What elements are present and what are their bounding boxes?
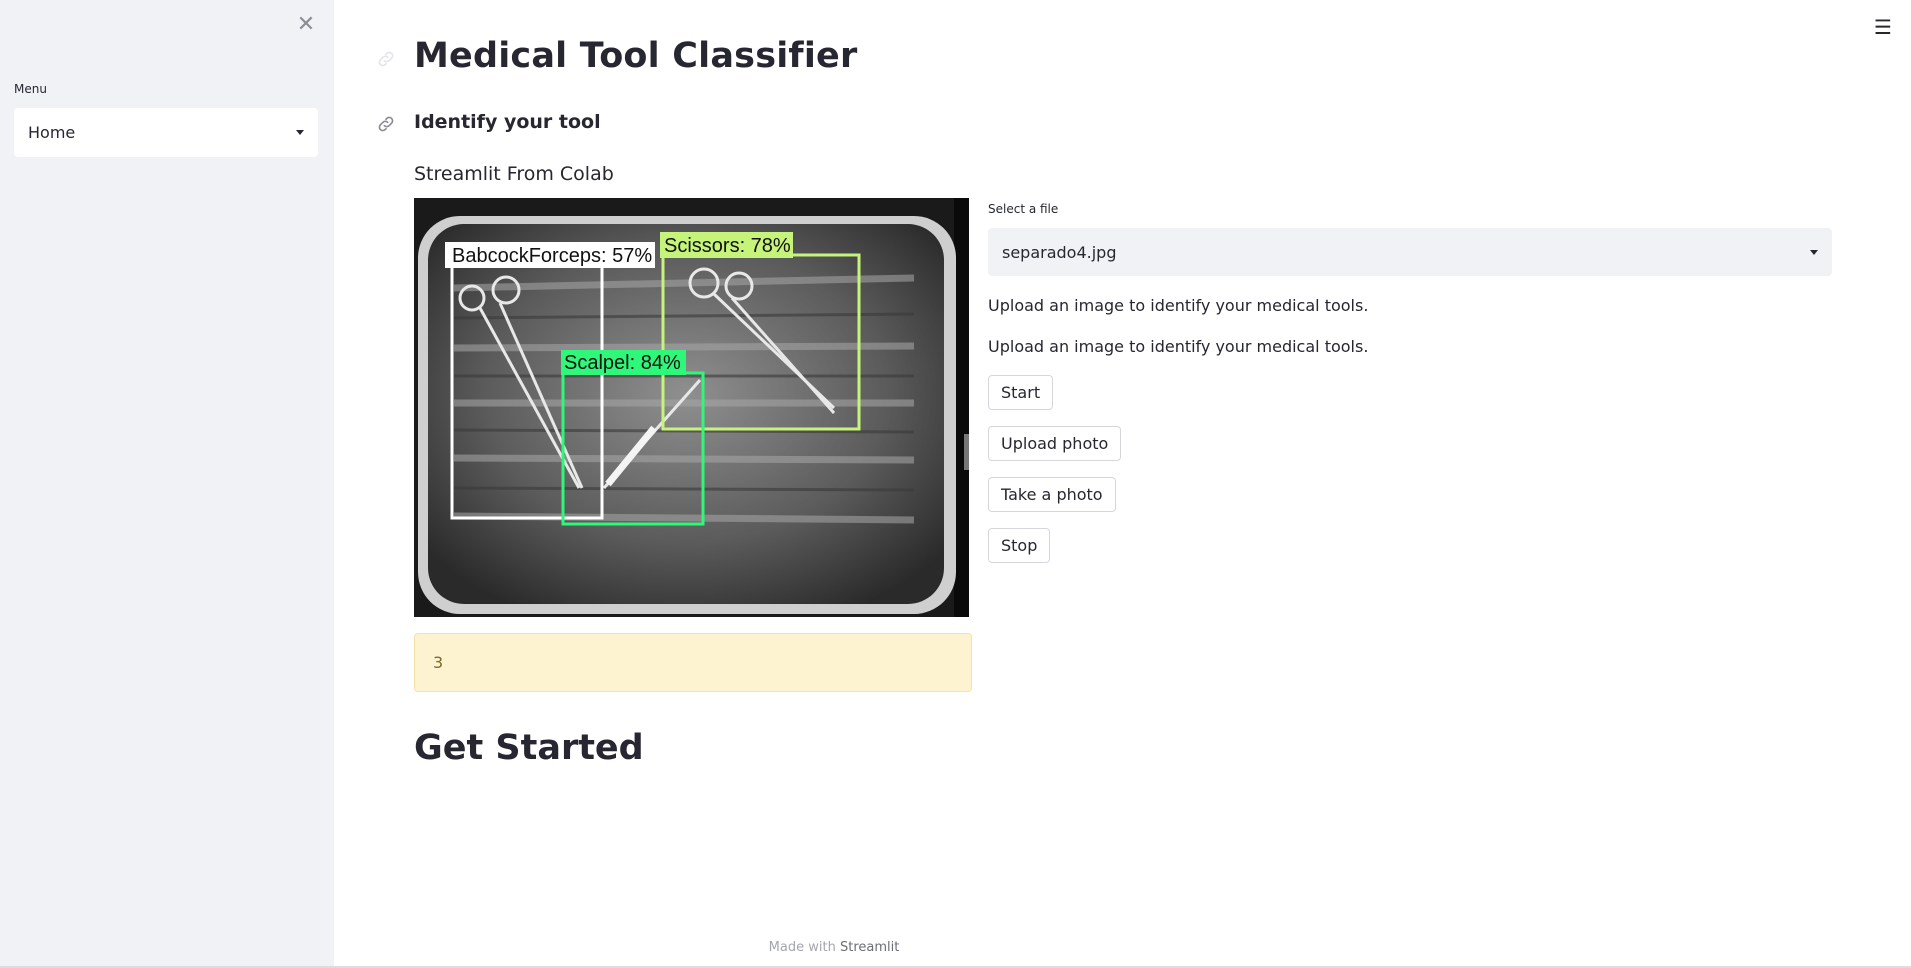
- hamburger-icon[interactable]: ☰: [1872, 16, 1894, 38]
- footer: Made with Streamlit: [334, 940, 1334, 955]
- sidebar: ✕ Menu Home: [0, 0, 334, 968]
- close-icon[interactable]: ✕: [293, 12, 319, 38]
- link-icon[interactable]: [376, 114, 396, 134]
- info-value: 3: [433, 653, 444, 672]
- detection-image-canvas: BabcockForceps: 57% Scissors: 78% Scalpe…: [414, 198, 969, 617]
- description-text: Upload an image to identify your medical…: [988, 337, 1369, 356]
- subtitle: Identify your tool: [414, 111, 601, 133]
- menu-select[interactable]: Home: [14, 108, 318, 157]
- get-started-heading: Get Started: [414, 728, 644, 768]
- detection-label: Scissors: 78%: [664, 235, 791, 257]
- info-box: 3: [414, 633, 972, 692]
- detection-label: Scalpel: 84%: [564, 352, 681, 374]
- detection-image: BabcockForceps: 57% Scissors: 78% Scalpe…: [414, 198, 969, 617]
- file-select-label: Select a file: [988, 202, 1059, 216]
- menu-label: Menu: [14, 82, 47, 96]
- chevron-down-icon: [1810, 249, 1818, 255]
- file-selected-value: separado4.jpg: [1002, 242, 1117, 262]
- detection-label: BabcockForceps: 57%: [452, 245, 652, 267]
- section-text: Streamlit From Colab: [414, 163, 614, 185]
- footer-brand-link[interactable]: Streamlit: [840, 940, 899, 955]
- page-title: Medical Tool Classifier: [414, 36, 858, 76]
- stop-button[interactable]: Stop: [988, 528, 1051, 563]
- menu-selected-value: Home: [28, 123, 76, 142]
- start-button[interactable]: Start: [988, 375, 1054, 410]
- footer-prefix: Made with: [768, 940, 836, 955]
- take-photo-button[interactable]: Take a photo: [988, 477, 1116, 512]
- file-select[interactable]: separado4.jpg: [988, 228, 1832, 276]
- description-text: Upload an image to identify your medical…: [988, 296, 1369, 315]
- link-icon[interactable]: [376, 49, 396, 69]
- upload-photo-button[interactable]: Upload photo: [988, 426, 1122, 461]
- chevron-down-icon: [296, 130, 304, 135]
